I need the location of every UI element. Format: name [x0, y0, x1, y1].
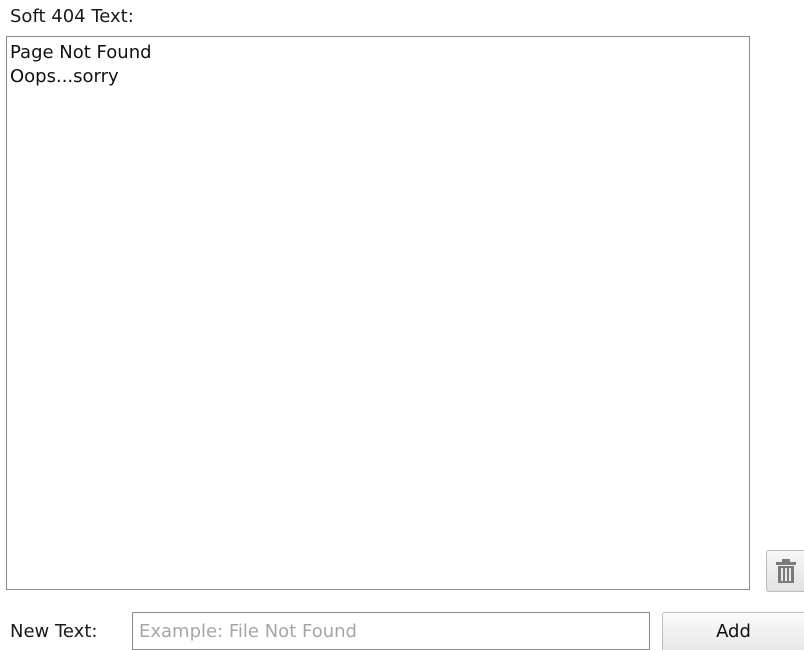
list-item[interactable]: Page Not Found — [10, 41, 746, 65]
new-text-input[interactable] — [132, 612, 650, 650]
list-item[interactable]: Oops...sorry — [10, 65, 746, 89]
delete-button[interactable] — [766, 550, 804, 592]
soft-404-settings-panel: Soft 404 Text: Page Not Found Oops...sor… — [0, 0, 804, 650]
add-button[interactable]: Add — [662, 612, 804, 650]
trash-icon — [775, 558, 797, 584]
soft-404-text-label: Soft 404 Text: — [10, 6, 134, 27]
soft-404-text-list[interactable]: Page Not Found Oops...sorry — [6, 36, 750, 590]
new-text-label: New Text: — [10, 621, 98, 642]
